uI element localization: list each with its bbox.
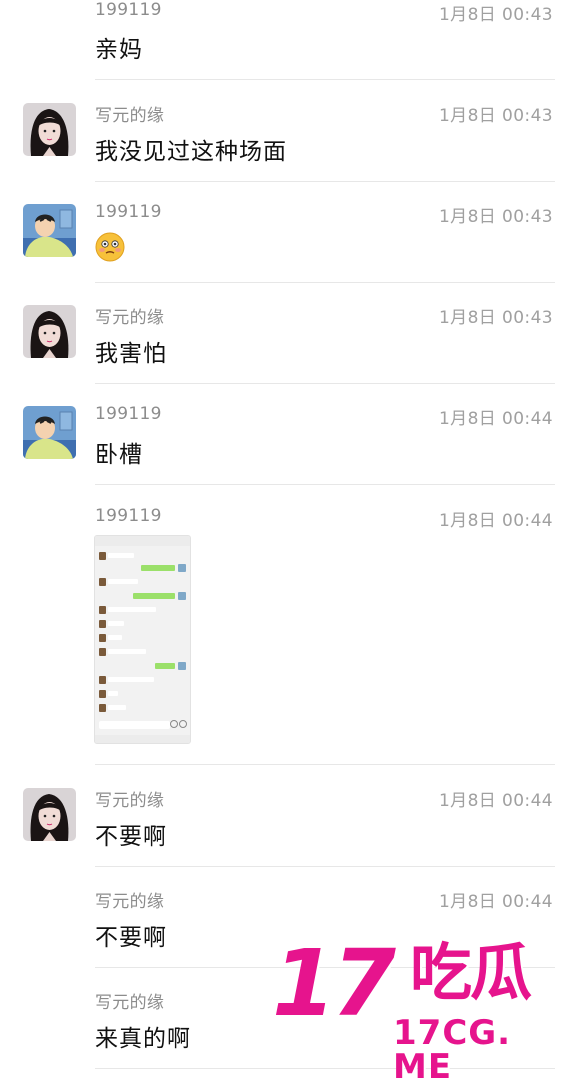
girl-avatar-icon [23,305,76,358]
watermark-chinese: 吃瓜 [410,936,532,1009]
message-time: 1月8日 00:43 [438,5,553,25]
divider [95,866,555,867]
sender-name[interactable]: 写元的缘 [95,786,164,811]
message-time: 1月8日 00:44 [438,892,553,912]
message-text[interactable]: 我没见过这种场面 [95,132,287,166]
sender-name[interactable]: 199119 [95,506,162,526]
sender-name[interactable]: 写元的缘 [95,988,164,1013]
watermark-number: 17 [272,930,396,1037]
divider [95,79,555,80]
divider [95,383,555,384]
divider [95,181,555,182]
sender-name[interactable]: 199119 [95,0,162,20]
divider [95,282,555,283]
sender-name[interactable]: 写元的缘 [95,101,164,126]
avatar[interactable] [23,204,76,257]
sender-name[interactable]: 写元的缘 [95,303,164,328]
message-time: 1月8日 00:43 [438,308,553,328]
message-time: 1月8日 00:43 [438,207,553,227]
message-text[interactable]: 来真的啊 [95,1019,191,1053]
avatar[interactable] [23,406,76,459]
cartoon-avatar-icon [23,406,76,459]
message-time: 1月8日 00:44 [438,511,553,531]
divider [95,764,555,765]
message-time: 1月8日 00:43 [438,106,553,126]
message-text[interactable]: 不要啊 [95,918,167,952]
message-text[interactable]: 亲妈 [95,30,143,64]
sender-name[interactable]: 写元的缘 [95,887,164,912]
message-text[interactable]: 卧槽 [95,435,143,469]
avatar[interactable] [23,788,76,841]
divider [95,484,555,485]
chat-screenshot-thumbnail[interactable] [94,535,191,744]
message-time: 1月8日 00:44 [438,791,553,811]
cartoon-avatar-icon [23,204,76,257]
avatar[interactable] [23,305,76,358]
message-text[interactable]: 我害怕 [95,334,167,368]
sender-name[interactable]: 199119 [95,202,162,222]
message-time: 1月8日 00:44 [438,409,553,429]
avatar[interactable] [23,103,76,156]
girl-avatar-icon [23,788,76,841]
girl-avatar-icon [23,103,76,156]
watermark-url: 17CG. ME [393,1013,512,1087]
embarrassed-face-icon[interactable] [95,232,125,262]
message-text[interactable]: 不要啊 [95,817,167,851]
sender-name[interactable]: 199119 [95,404,162,424]
